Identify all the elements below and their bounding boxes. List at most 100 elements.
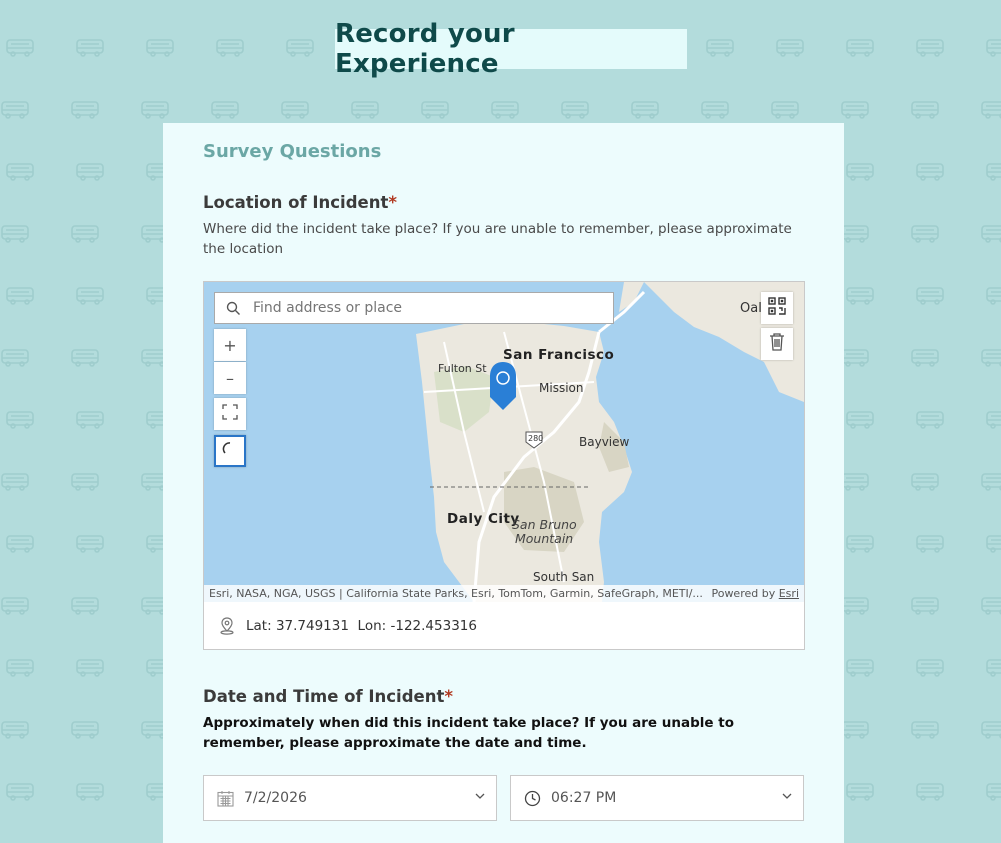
bus-pattern-icon bbox=[70, 472, 100, 492]
bus-pattern-icon bbox=[5, 534, 35, 554]
chevron-down-icon bbox=[781, 790, 793, 802]
bus-pattern-icon bbox=[285, 38, 315, 58]
chevron-down-icon bbox=[474, 790, 486, 802]
loading-spinner-icon bbox=[222, 441, 238, 461]
bus-pattern-icon bbox=[980, 348, 1001, 368]
bus-pattern-icon bbox=[0, 472, 30, 492]
bus-pattern-icon bbox=[0, 720, 30, 740]
map-label-oakland: Oal bbox=[740, 301, 762, 316]
bus-pattern-icon bbox=[70, 100, 100, 120]
bus-pattern-icon bbox=[845, 410, 875, 430]
section-title: Survey Questions bbox=[203, 141, 382, 162]
map-view[interactable]: San Francisco Fulton St Mission Bayview … bbox=[204, 282, 804, 602]
bus-pattern-icon bbox=[490, 100, 520, 120]
fullscreen-button[interactable] bbox=[214, 398, 246, 430]
bus-pattern-icon bbox=[0, 596, 30, 616]
map-search-box[interactable] bbox=[214, 292, 614, 324]
time-picker[interactable]: 06:27 PM bbox=[510, 775, 804, 821]
bus-pattern-icon bbox=[845, 162, 875, 182]
date-value: 7/2/2026 bbox=[244, 790, 307, 806]
bus-pattern-icon bbox=[140, 100, 170, 120]
lat-label: Lat: bbox=[246, 617, 272, 634]
esri-link[interactable]: Esri bbox=[779, 587, 799, 600]
bus-pattern-icon bbox=[915, 286, 945, 306]
bus-pattern-icon bbox=[215, 38, 245, 58]
bus-pattern-icon bbox=[980, 596, 1001, 616]
bus-pattern-icon bbox=[985, 658, 1001, 678]
map-label-highway: 280 bbox=[528, 434, 544, 443]
bus-pattern-icon bbox=[915, 162, 945, 182]
question-datetime-description: Approximately when did this incident tak… bbox=[203, 715, 734, 751]
bus-pattern-icon bbox=[845, 286, 875, 306]
clear-location-button[interactable] bbox=[761, 328, 793, 360]
bus-pattern-icon bbox=[560, 100, 590, 120]
date-picker[interactable]: 7/2/2026 bbox=[203, 775, 497, 821]
bus-pattern-icon bbox=[840, 224, 870, 244]
clock-icon bbox=[524, 790, 541, 807]
required-marker: * bbox=[388, 193, 397, 212]
page-title: Record your Experience bbox=[335, 19, 515, 79]
bus-pattern-icon bbox=[910, 100, 940, 120]
bus-pattern-icon bbox=[845, 782, 875, 802]
bus-pattern-icon bbox=[845, 658, 875, 678]
bus-pattern-icon bbox=[980, 224, 1001, 244]
bus-pattern-icon bbox=[910, 224, 940, 244]
bus-pattern-icon bbox=[915, 38, 945, 58]
bus-pattern-icon bbox=[840, 348, 870, 368]
map-label-daly-city: Daly City bbox=[447, 511, 520, 527]
map-search-input[interactable] bbox=[251, 299, 595, 317]
lat-value: 37.749131 bbox=[275, 617, 349, 634]
bus-pattern-icon bbox=[75, 534, 105, 554]
bus-pattern-icon bbox=[420, 100, 450, 120]
coordinates-readout: Lat: 37.749131 Lon: -122.453316 bbox=[204, 602, 804, 649]
bus-pattern-icon bbox=[985, 162, 1001, 182]
qr-code-icon bbox=[768, 297, 786, 319]
question-location-title: Location of Incident* bbox=[203, 193, 397, 212]
bus-pattern-icon bbox=[910, 348, 940, 368]
bus-pattern-icon bbox=[0, 100, 30, 120]
lon-value: -122.453316 bbox=[390, 617, 477, 634]
locate-button[interactable] bbox=[214, 435, 246, 467]
bus-pattern-icon bbox=[75, 410, 105, 430]
bus-pattern-icon bbox=[985, 286, 1001, 306]
bus-pattern-icon bbox=[5, 410, 35, 430]
bus-pattern-icon bbox=[210, 100, 240, 120]
bus-pattern-icon bbox=[980, 720, 1001, 740]
bus-pattern-icon bbox=[145, 38, 175, 58]
lon-label: Lon: bbox=[357, 617, 387, 634]
bus-pattern-icon bbox=[915, 410, 945, 430]
bus-pattern-icon bbox=[75, 658, 105, 678]
question-datetime-title: Date and Time of Incident* bbox=[203, 687, 453, 706]
bus-pattern-icon bbox=[840, 472, 870, 492]
scan-qr-button[interactable] bbox=[761, 292, 793, 324]
bus-pattern-icon bbox=[910, 472, 940, 492]
survey-card: Survey Questions Location of Incident* W… bbox=[163, 123, 844, 843]
bus-pattern-icon bbox=[70, 348, 100, 368]
map-label-san-francisco: San Francisco bbox=[503, 347, 615, 363]
bus-pattern-icon bbox=[845, 534, 875, 554]
map-label-san-bruno: San Bruno bbox=[512, 517, 577, 532]
map-basemap bbox=[416, 282, 804, 602]
attribution-text: Esri, NASA, NGA, USGS | California State… bbox=[209, 587, 703, 600]
bus-pattern-icon bbox=[840, 100, 870, 120]
bus-pattern-icon bbox=[5, 162, 35, 182]
bus-pattern-icon bbox=[5, 38, 35, 58]
bus-pattern-icon bbox=[910, 596, 940, 616]
bus-pattern-icon bbox=[770, 100, 800, 120]
map-label-mountain: Mountain bbox=[515, 531, 574, 546]
zoom-in-button[interactable]: + bbox=[214, 329, 246, 361]
bus-pattern-icon bbox=[0, 224, 30, 244]
bus-pattern-icon bbox=[70, 720, 100, 740]
bus-pattern-icon bbox=[985, 534, 1001, 554]
bus-pattern-icon bbox=[705, 38, 735, 58]
bus-pattern-icon bbox=[910, 720, 940, 740]
bus-pattern-icon bbox=[985, 782, 1001, 802]
bus-pattern-icon bbox=[0, 348, 30, 368]
map-label-fulton: Fulton St bbox=[438, 362, 487, 375]
bus-pattern-icon bbox=[985, 410, 1001, 430]
bus-pattern-icon bbox=[70, 596, 100, 616]
bus-pattern-icon bbox=[70, 224, 100, 244]
zoom-out-button[interactable]: – bbox=[214, 362, 246, 394]
calendar-icon bbox=[217, 790, 234, 807]
bus-pattern-icon bbox=[280, 100, 310, 120]
